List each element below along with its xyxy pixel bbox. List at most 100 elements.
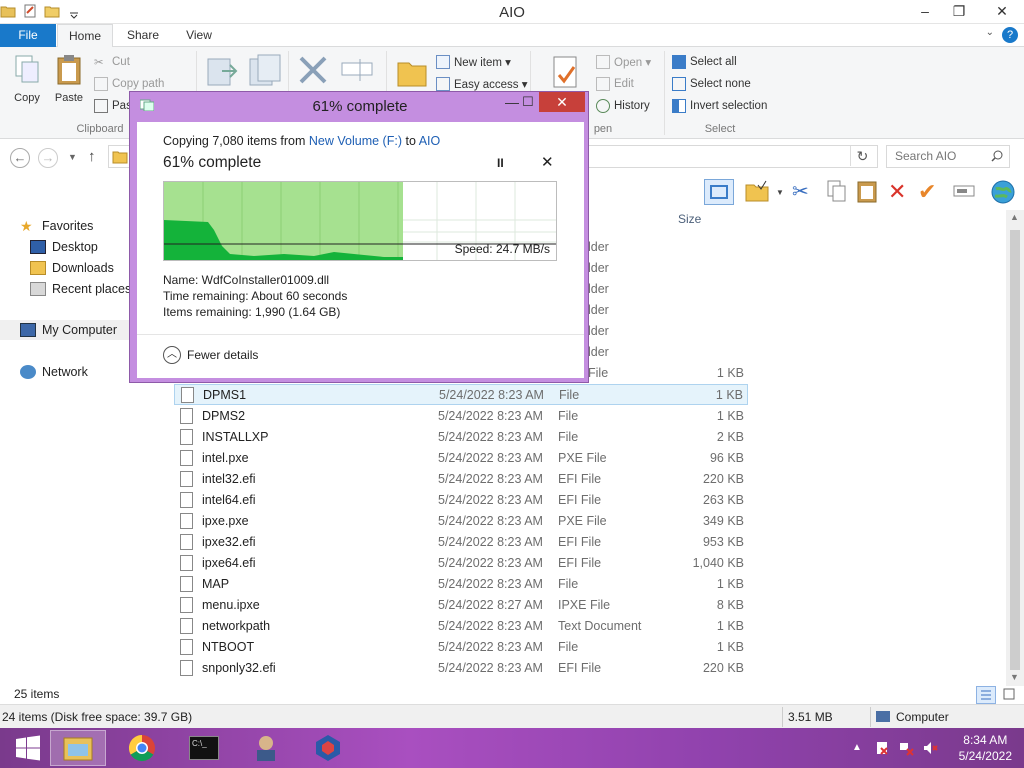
select-all-button[interactable]: Select all	[672, 55, 737, 69]
file-row[interactable]: ipxe.pxe 5/24/2022 8:23 AM PXE File 349 KB	[174, 510, 748, 531]
action-center-icon[interactable]	[874, 740, 890, 756]
new-folder-icon[interactable]	[396, 55, 428, 89]
checkboxes-icon[interactable]	[744, 179, 770, 205]
taskbar-app[interactable]	[238, 730, 294, 766]
copy-to-icon[interactable]	[248, 53, 282, 87]
checkmark-icon[interactable]: ✔	[918, 179, 944, 205]
partial-row[interactable]: lder	[588, 342, 748, 363]
restore-button[interactable]: ❐	[944, 0, 974, 22]
scroll-up-icon[interactable]: ▲	[1010, 212, 1019, 222]
partial-row[interactable]: lder	[588, 258, 748, 279]
vertical-scrollbar[interactable]: ▲ ▼	[1006, 210, 1024, 686]
start-button[interactable]	[0, 730, 56, 766]
file-row[interactable]: ipxe32.efi 5/24/2022 8:23 AM EFI File 953 K…	[174, 531, 748, 552]
partial-row[interactable]: lder	[588, 300, 748, 321]
file-row[interactable]: DPMS1 5/24/2022 8:23 AM File 1 KB	[174, 384, 748, 405]
properties-icon[interactable]	[550, 55, 582, 91]
nav-network[interactable]: Network	[20, 362, 88, 382]
scroll-down-icon[interactable]: ▼	[1010, 672, 1019, 682]
file-row[interactable]: MAP 5/24/2022 8:23 AM File 1 KB	[174, 573, 748, 594]
taskbar-virtualbox[interactable]	[300, 730, 356, 766]
partial-row[interactable]: lder	[588, 237, 748, 258]
pause-button[interactable]: II	[497, 156, 504, 170]
show-hidden-icons-icon[interactable]: ▲	[852, 742, 862, 753]
file-row[interactable]: intel.pxe 5/24/2022 8:23 AM PXE File 96 KB	[174, 447, 748, 468]
edit-button[interactable]: Edit	[596, 77, 634, 91]
move-to-icon[interactable]	[206, 53, 240, 87]
open-button[interactable]: Open ▾	[596, 55, 651, 69]
select-none-button[interactable]: Select none	[672, 77, 751, 91]
copy-icon[interactable]	[826, 179, 852, 205]
delete-icon[interactable]: ✕	[888, 179, 914, 205]
cut-button[interactable]: ✂ Cut	[94, 55, 130, 69]
search-input[interactable]: Search AIO	[886, 145, 1010, 168]
refresh-button[interactable]: ↻	[850, 146, 874, 166]
file-row[interactable]: menu.ipxe 5/24/2022 8:27 AM IPXE File 8 KB	[174, 594, 748, 615]
nav-desktop[interactable]: Desktop	[30, 237, 98, 257]
tab-view[interactable]: View	[176, 24, 222, 47]
file-row[interactable]: intel32.efi 5/24/2022 8:23 AM EFI File 220 …	[174, 468, 748, 489]
system-clock[interactable]: 8:34 AM 5/24/2022	[959, 732, 1012, 764]
taskbar-file-explorer[interactable]	[50, 730, 106, 766]
nav-recent-places[interactable]: Recent places	[30, 279, 131, 299]
partial-row[interactable]: File 1 KB	[588, 363, 748, 384]
paste-shortcut-button[interactable]: Pas	[94, 99, 132, 113]
taskbar-chrome[interactable]	[114, 730, 170, 766]
cut-icon[interactable]: ✂	[792, 179, 818, 205]
dialog-close-button[interactable]: ✕	[539, 92, 585, 112]
file-date: 5/24/2022 8:23 AM	[438, 408, 543, 423]
copy-button[interactable]: Copy	[8, 53, 46, 104]
taskbar-command-prompt[interactable]: C:\_	[176, 730, 232, 766]
globe-icon[interactable]	[990, 179, 1016, 205]
partial-row[interactable]: lder	[588, 321, 748, 342]
volume-muted-icon[interactable]	[922, 740, 938, 756]
back-button[interactable]: ←	[10, 148, 30, 168]
file-row[interactable]: DPMS2 5/24/2022 8:23 AM File 1 KB	[174, 405, 748, 426]
paste-button[interactable]: Paste	[50, 53, 88, 104]
scroll-thumb[interactable]	[1010, 230, 1020, 670]
file-row[interactable]: INSTALLXP 5/24/2022 8:23 AM File 2 KB	[174, 426, 748, 447]
nav-favorites[interactable]: ★ Favorites	[20, 216, 93, 236]
star-icon: ★	[20, 218, 33, 234]
source-link[interactable]: New Volume (F:)	[309, 134, 402, 148]
close-button[interactable]: ✕	[980, 0, 1024, 22]
details-view-button[interactable]	[976, 686, 996, 704]
forward-button[interactable]: →	[38, 148, 58, 168]
tab-share[interactable]: Share	[118, 24, 168, 47]
copy-path-button[interactable]: Copy path	[94, 77, 164, 91]
partial-row[interactable]: lder	[588, 279, 748, 300]
search-placeholder: Search AIO	[895, 149, 957, 163]
paste-icon[interactable]	[856, 179, 882, 205]
rename-icon[interactable]	[340, 57, 374, 83]
file-row[interactable]: intel64.efi 5/24/2022 8:23 AM EFI File 263 …	[174, 489, 748, 510]
column-header-size[interactable]: Size	[678, 212, 701, 226]
network-status-icon[interactable]	[898, 740, 914, 756]
destination-link[interactable]: AIO	[419, 134, 441, 148]
tab-home[interactable]: Home	[57, 24, 113, 48]
invert-selection-button[interactable]: Invert selection	[672, 99, 767, 113]
large-icons-view-button[interactable]	[1000, 686, 1020, 704]
recent-locations-chevron-icon[interactable]: ▼	[68, 152, 77, 162]
cancel-button[interactable]: ✕	[541, 153, 554, 171]
file-row[interactable]: networkpath 5/24/2022 8:23 AM Text Documen…	[174, 615, 748, 636]
file-size: 263 KB	[702, 492, 744, 507]
file-row[interactable]: snponly32.efi 5/24/2022 8:23 AM EFI File 22…	[174, 657, 748, 678]
tab-file[interactable]: File	[0, 24, 56, 47]
easy-access-button[interactable]: Easy access ▾	[436, 77, 528, 91]
file-row[interactable]: ipxe64.efi 5/24/2022 8:23 AM EFI File 1,040…	[174, 552, 748, 573]
file-icon	[180, 533, 193, 550]
dialog-maximize-button[interactable]: ☐	[522, 94, 534, 110]
preview-pane-button[interactable]	[704, 179, 734, 205]
file-row[interactable]: NTBOOT 5/24/2022 8:23 AM File 1 KB	[174, 636, 748, 657]
expand-ribbon-icon[interactable]: ⌄	[986, 27, 994, 38]
nav-downloads[interactable]: Downloads	[30, 258, 114, 278]
chevron-down-icon[interactable]: ▼	[776, 188, 784, 197]
new-item-button[interactable]: New item ▾	[436, 55, 511, 69]
minimize-button[interactable]: –	[910, 0, 940, 22]
delete-icon[interactable]	[296, 53, 330, 87]
fewer-details-button[interactable]: ︿ Fewer details	[163, 346, 258, 364]
up-button[interactable]: ↑	[88, 148, 96, 165]
history-button[interactable]: History	[596, 99, 650, 113]
help-icon[interactable]: ?	[1002, 27, 1018, 43]
rename-icon[interactable]	[952, 179, 978, 205]
